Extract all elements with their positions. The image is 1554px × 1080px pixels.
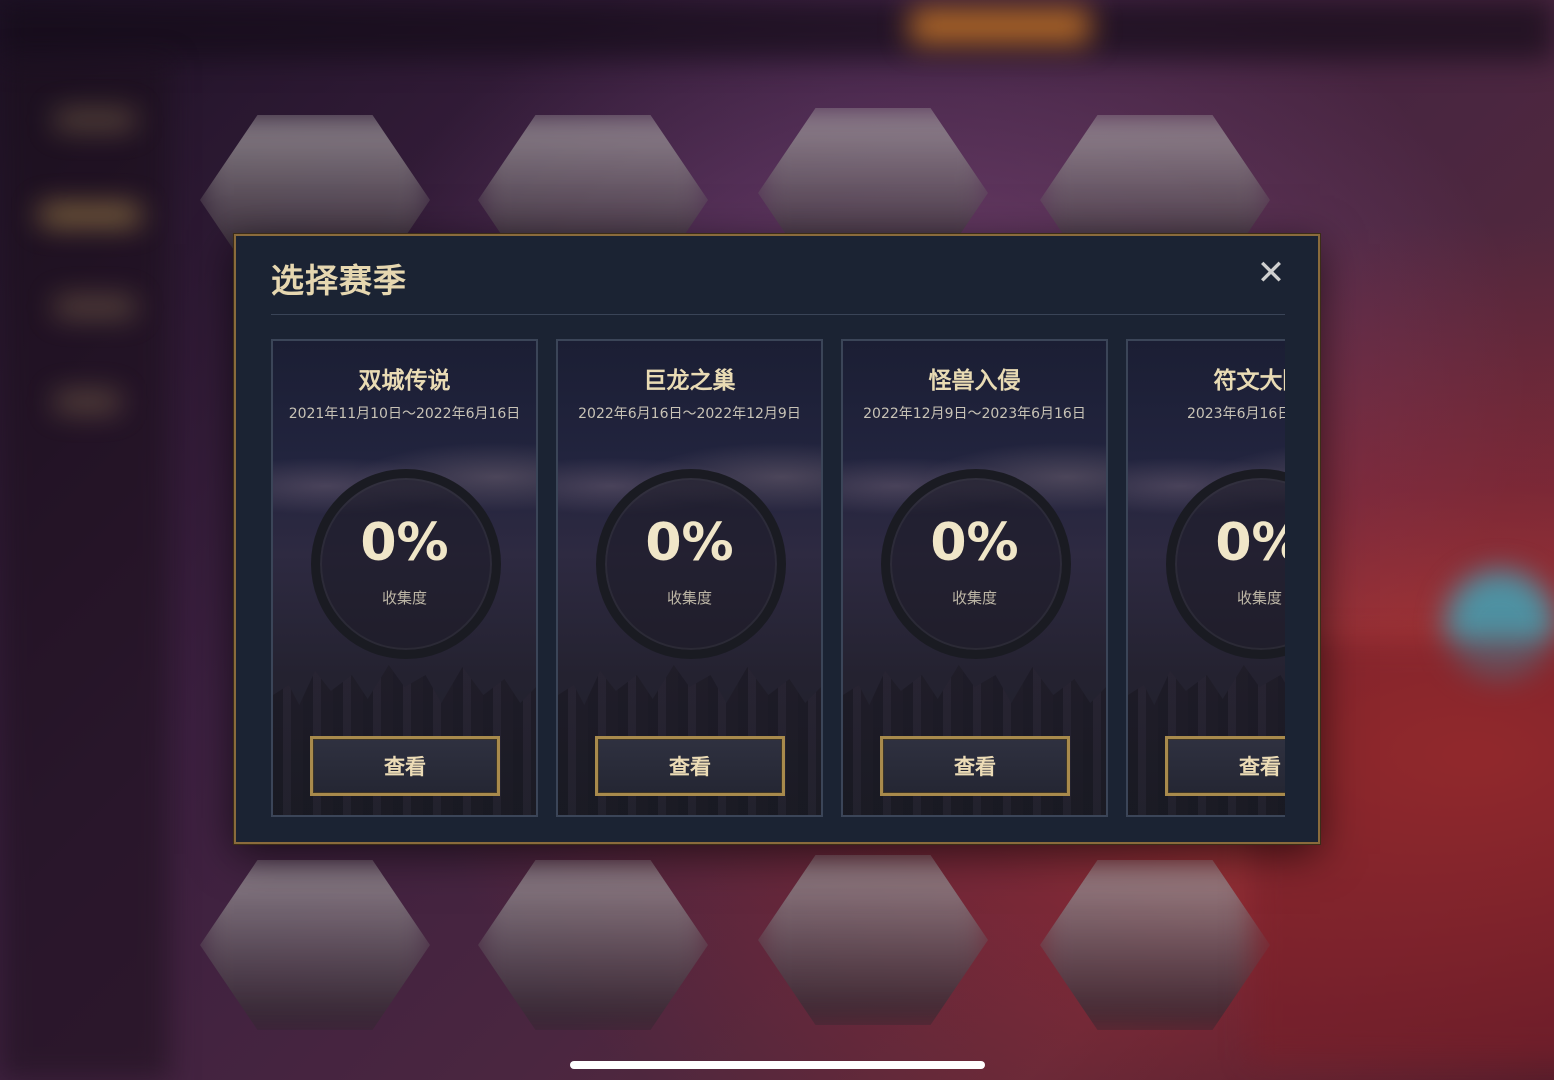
hex-tile-blurred: [758, 855, 988, 1025]
collection-label: 收集度: [666, 589, 712, 607]
collection-percent: 0%: [360, 513, 449, 573]
sidebar-item-active-blurred: [40, 205, 140, 225]
view-button[interactable]: 查看: [1165, 736, 1285, 796]
season-card: 怪兽入侵 2022年12月9日～2023年6月16日 0% 收集度 查看: [841, 339, 1108, 817]
season-card: 巨龙之巢 2022年6月16日～2022年12月9日 0% 收集度 查看: [556, 339, 823, 817]
season-dates: 2021年11月10日～2022年6月16日: [288, 406, 521, 422]
title-divider: [271, 314, 1285, 315]
collection-label: 收集度: [1236, 589, 1282, 607]
sidebar-item-blurred: [55, 392, 120, 412]
season-name: 怪兽入侵: [928, 368, 1021, 394]
hex-tile-blurred: [200, 860, 430, 1030]
top-bar-blurred: [0, 0, 1554, 60]
season-name: 符文大陆: [1213, 368, 1286, 394]
season-cards-track: 双城传说 2021年11月10日～2022年6月16日 0% 收集度 查看 巨龙…: [271, 339, 1285, 817]
season-select-modal: 选择赛季 ✕ 双城传说 2021年11月10日～2022年6月16日 0% 收集…: [234, 234, 1320, 844]
view-button[interactable]: 查看: [880, 736, 1070, 796]
close-button[interactable]: ✕: [1254, 256, 1288, 290]
currency-pill-blurred: [910, 8, 1090, 44]
season-card: 双城传说 2021年11月10日～2022年6月16日 0% 收集度 查看: [271, 339, 538, 817]
season-name: 双城传说: [358, 368, 451, 394]
season-dates: 2022年6月16日～2022年12月9日: [578, 406, 801, 422]
collection-percent: 0%: [1215, 513, 1285, 573]
season-name: 巨龙之巢: [643, 368, 736, 394]
modal-title: 选择赛季: [271, 261, 407, 300]
hex-tile-blurred: [1040, 860, 1270, 1030]
hex-tile-blurred: [478, 860, 708, 1030]
sidebar-item-blurred: [55, 297, 135, 317]
close-icon: ✕: [1256, 253, 1286, 293]
collection-percent: 0%: [930, 513, 1019, 573]
season-dates: 2022年12月9日～2023年6月16日: [863, 406, 1086, 422]
collection-label: 收集度: [951, 589, 997, 607]
season-dates: 2023年6月16日～202: [1186, 406, 1285, 422]
view-button[interactable]: 查看: [595, 736, 785, 796]
view-button[interactable]: 查看: [310, 736, 500, 796]
season-card: 符文大陆 2023年6月16日～202 0% 收集度 查看: [1126, 339, 1285, 817]
collection-label: 收集度: [381, 589, 427, 607]
season-cards-scroller[interactable]: 双城传说 2021年11月10日～2022年6月16日 0% 收集度 查看 巨龙…: [271, 339, 1285, 817]
home-indicator[interactable]: [570, 1061, 985, 1069]
sidebar-item-blurred: [55, 110, 135, 130]
collection-percent: 0%: [645, 513, 734, 573]
